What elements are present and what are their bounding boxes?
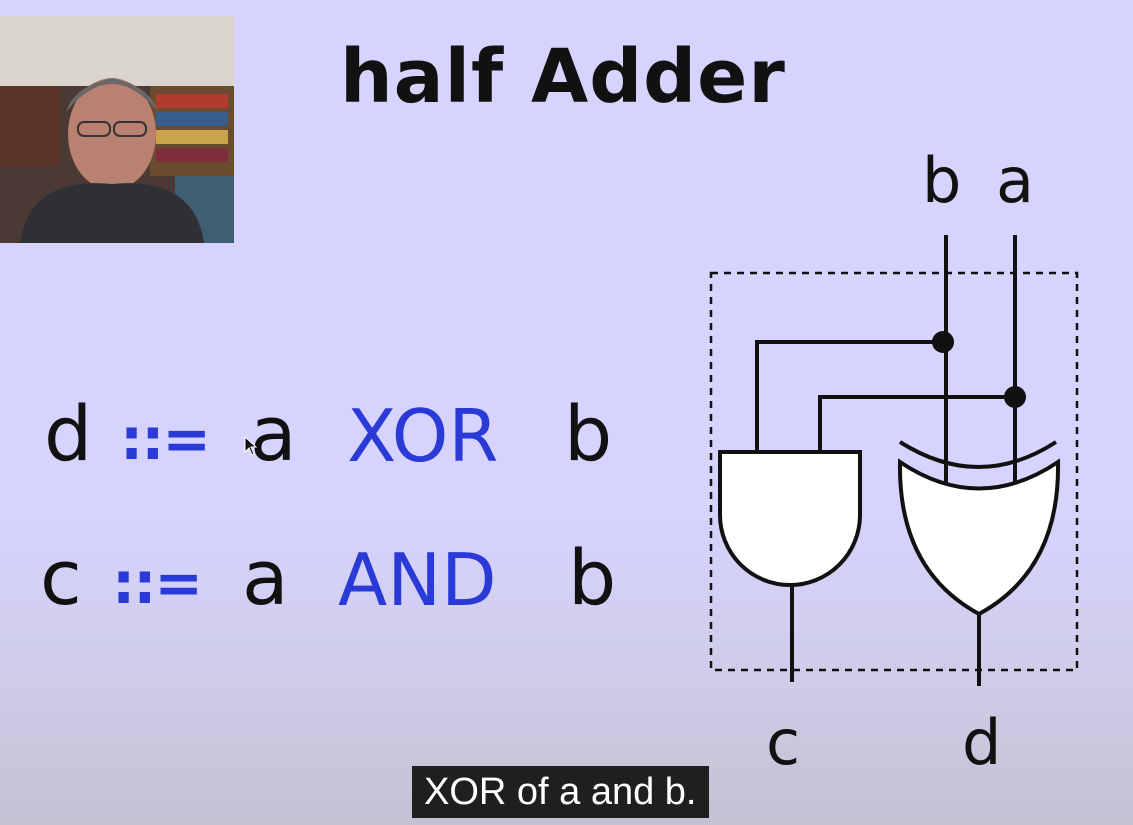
and-gate <box>718 450 862 587</box>
subtitle-caption: XOR of a and b. <box>412 766 709 818</box>
junction-dot <box>1004 386 1026 408</box>
xor-gate <box>897 458 1061 617</box>
output-label-c: c <box>766 706 801 779</box>
half-adder-circuit <box>709 235 1079 686</box>
input-label-a: a <box>996 144 1034 217</box>
output-label-d: d <box>962 706 1002 779</box>
xor-gate-input-arc <box>898 440 1058 469</box>
junction-dot <box>932 331 954 353</box>
input-label-b: b <box>922 144 962 217</box>
lecture-slide: half Adder d ::= a XOR b c ::= a AND b b… <box>0 0 1133 825</box>
